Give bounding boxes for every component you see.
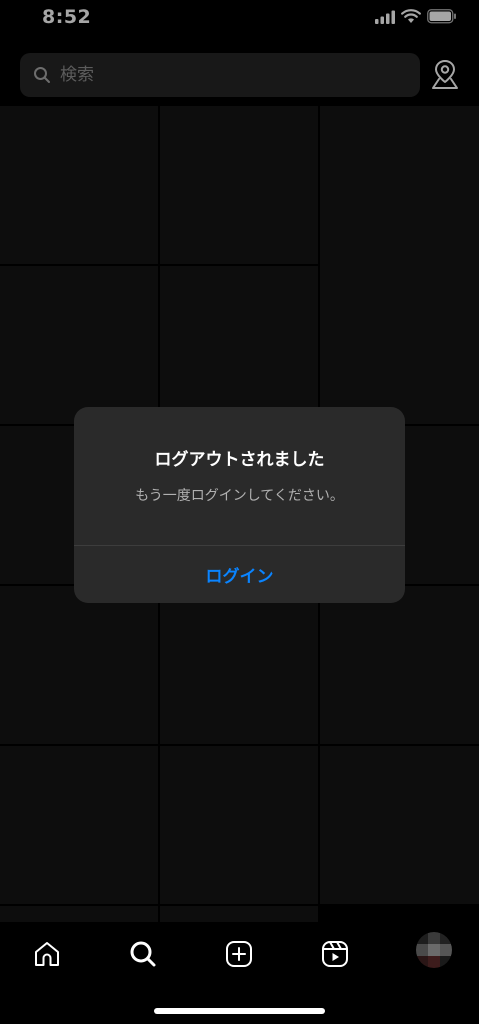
alert-message: もう一度ログインしてください。 — [135, 488, 344, 504]
reels-icon — [320, 939, 350, 973]
avatar-pixel — [428, 932, 440, 944]
explore-screen: 8:52 検索 ログアウトされました もう一度ログインしてください。 ログイン — [0, 0, 479, 1024]
login-button[interactable]: ログイン — [74, 546, 405, 603]
home-icon — [32, 939, 62, 973]
tab-create[interactable] — [219, 936, 259, 976]
avatar-pixel — [428, 944, 440, 956]
logout-alert-dialog: ログアウトされました もう一度ログインしてください。 ログイン — [74, 407, 405, 603]
avatar-pixel — [440, 944, 452, 956]
alert-title: ログアウトされました — [154, 450, 325, 470]
home-indicator — [154, 1008, 325, 1014]
search-icon — [128, 939, 158, 973]
tab-search[interactable] — [123, 936, 163, 976]
avatar-pixel — [428, 956, 440, 968]
create-post-icon — [224, 939, 254, 973]
tab-reels[interactable] — [315, 936, 355, 976]
avatar-pixel — [416, 944, 428, 956]
profile-avatar[interactable] — [416, 932, 452, 968]
tab-home[interactable] — [27, 936, 67, 976]
